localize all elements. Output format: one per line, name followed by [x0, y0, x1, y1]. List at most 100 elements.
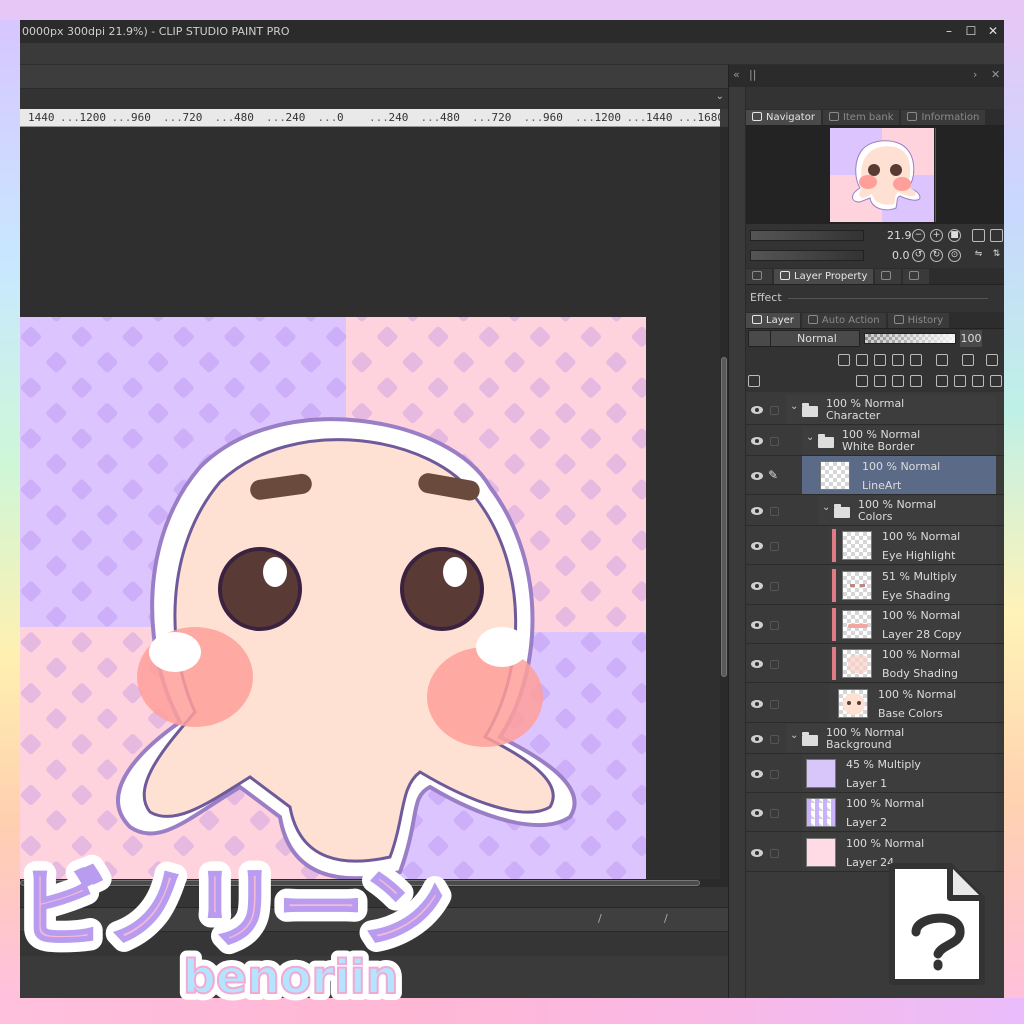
color-icon[interactable] — [962, 354, 974, 366]
tab-auto-action[interactable]: Auto Action — [801, 313, 886, 328]
flip-horizontal-icon[interactable]: ⇋ — [972, 249, 985, 262]
tab-layer[interactable]: Layer — [746, 313, 800, 328]
layer-folder-row[interactable]: ⌄ 100 % Normal Colors — [746, 496, 1004, 526]
eye-icon[interactable] — [751, 620, 763, 629]
eye-icon[interactable] — [751, 471, 763, 480]
eye-icon[interactable] — [751, 437, 763, 445]
tab-layer-property[interactable]: Layer Property — [774, 269, 874, 284]
panel-menu-icon[interactable] — [748, 375, 760, 387]
lock-icon[interactable] — [770, 437, 779, 446]
layer-icon — [752, 315, 762, 324]
layer-row[interactable]: 100 % Normal Eye Highlight — [746, 526, 1004, 565]
duplicate-icon[interactable] — [972, 375, 984, 387]
layer-folder-row[interactable]: ⌄ 100 % Normal Character — [746, 395, 1004, 425]
new-raster-icon[interactable] — [856, 375, 868, 387]
lock-icon[interactable] — [874, 354, 886, 366]
layer-row[interactable]: 100 % Normal Layer 28 Copy — [746, 605, 1004, 644]
lock-icon[interactable] — [770, 808, 779, 818]
tab-navigator[interactable]: Navigator — [746, 110, 821, 125]
lock-icon[interactable] — [770, 699, 779, 709]
canvas-artwork[interactable] — [20, 317, 646, 887]
ruler-minor-ticks: ... — [523, 111, 544, 124]
rotation-value[interactable]: 0.0 — [892, 249, 910, 262]
chevron-down-icon[interactable]: ⌄ — [790, 730, 798, 741]
opacity-slider[interactable] — [864, 333, 956, 344]
eye-icon[interactable] — [751, 406, 763, 414]
navigator-preview[interactable] — [746, 126, 1004, 224]
eye-icon[interactable] — [751, 735, 763, 743]
zoom-value[interactable]: 21.9 — [887, 229, 912, 242]
lock-icon[interactable] — [770, 735, 779, 744]
ruler-icon[interactable] — [936, 354, 948, 366]
mask-create-icon[interactable] — [954, 375, 966, 387]
chevron-down-icon[interactable]: ⌄ — [716, 91, 724, 102]
tab-extra[interactable] — [903, 269, 930, 284]
tab-extra[interactable] — [875, 269, 902, 284]
layer-row[interactable]: 100 % Normal Layer 2 — [746, 793, 1004, 832]
eye-icon[interactable] — [751, 769, 763, 778]
minimize-button[interactable]: – — [938, 20, 960, 43]
lock-icon[interactable] — [770, 541, 779, 551]
eye-icon[interactable] — [751, 659, 763, 668]
tab-item-bank[interactable]: Item bank — [822, 110, 900, 125]
chevron-down-icon[interactable]: ⌄ — [790, 401, 798, 412]
layer-row[interactable]: 100 % Normal Base Colors — [746, 684, 1004, 723]
fit-window-icon[interactable] — [990, 229, 1003, 242]
collapse-dock-icon[interactable]: « — [733, 68, 740, 81]
eye-icon[interactable] — [751, 808, 763, 817]
lock-icon[interactable] — [770, 406, 779, 415]
eye-icon[interactable] — [751, 581, 763, 590]
eye-icon[interactable] — [751, 848, 763, 857]
chevron-down-icon[interactable]: ⌄ — [806, 432, 814, 443]
merge-icon[interactable] — [936, 375, 948, 387]
chevron-down-icon[interactable]: ⌄ — [822, 502, 830, 513]
eye-icon[interactable] — [751, 507, 763, 515]
eye-icon[interactable] — [751, 699, 763, 708]
clip-icon[interactable] — [838, 354, 850, 366]
layer-row[interactable]: 51 % Multiply Eye Shading — [746, 566, 1004, 605]
tab-information[interactable]: Information — [901, 110, 986, 125]
reset-rotation-icon[interactable]: ⊙ — [948, 249, 961, 262]
layer-name-label: Character — [826, 409, 881, 422]
rotate-left-icon[interactable]: ↺ — [912, 249, 925, 262]
zoom-out-icon[interactable]: − — [912, 229, 925, 242]
new-folder-icon[interactable] — [892, 375, 904, 387]
transfer-icon[interactable] — [910, 375, 922, 387]
zoom-slider[interactable] — [750, 230, 864, 241]
canvas-area[interactable] — [20, 127, 720, 887]
layer-row[interactable]: 100 % Normal Body Shading — [746, 644, 1004, 683]
actual-size-icon[interactable] — [972, 229, 985, 242]
layer-folder-row[interactable]: ⌄ 100 % Normal White Border — [746, 426, 1004, 456]
layer-row[interactable]: 45 % Multiply Layer 1 — [746, 754, 1004, 793]
rotate-slider[interactable] — [750, 250, 864, 261]
layer-row[interactable]: ✎ 100 % Normal LineArt — [746, 456, 1004, 495]
lock-icon[interactable] — [770, 620, 779, 630]
lock-icon[interactable] — [770, 507, 779, 516]
vertical-scrollbar[interactable] — [720, 127, 728, 887]
layer-color-icon[interactable] — [986, 354, 998, 366]
layer-folder-row[interactable]: ⌄ 100 % Normal Background — [746, 724, 1004, 754]
scroll-thumb[interactable] — [721, 357, 727, 677]
lock-icon[interactable] — [770, 848, 779, 858]
close-button[interactable]: ✕ — [982, 20, 1004, 43]
zoom-in-icon[interactable]: + — [930, 229, 943, 242]
opacity-value[interactable]: 100 — [960, 330, 982, 347]
lock-icon[interactable] — [770, 769, 779, 779]
lock-transparent-icon[interactable] — [892, 354, 904, 366]
flip-vertical-icon[interactable]: ⇅ — [990, 249, 1003, 262]
tab-history[interactable]: History — [887, 313, 950, 328]
lock-icon[interactable] — [770, 581, 779, 591]
lock-icon[interactable] — [770, 659, 779, 669]
fit-icon[interactable]: ■ — [948, 229, 961, 242]
trash-icon[interactable] — [990, 375, 1002, 387]
new-vector-icon[interactable] — [874, 375, 886, 387]
chevron-right-icon[interactable]: › — [973, 68, 977, 81]
eye-icon[interactable] — [751, 541, 763, 550]
maximize-button[interactable]: ☐ — [960, 20, 982, 43]
mask-icon[interactable] — [910, 354, 922, 366]
rotate-right-icon[interactable]: ↻ — [930, 249, 943, 262]
tab-unknown[interactable] — [746, 269, 772, 284]
close-dock-icon[interactable]: ✕ — [991, 68, 1000, 81]
blend-mode-select[interactable]: Normal — [770, 330, 860, 347]
reference-icon[interactable] — [856, 354, 868, 366]
